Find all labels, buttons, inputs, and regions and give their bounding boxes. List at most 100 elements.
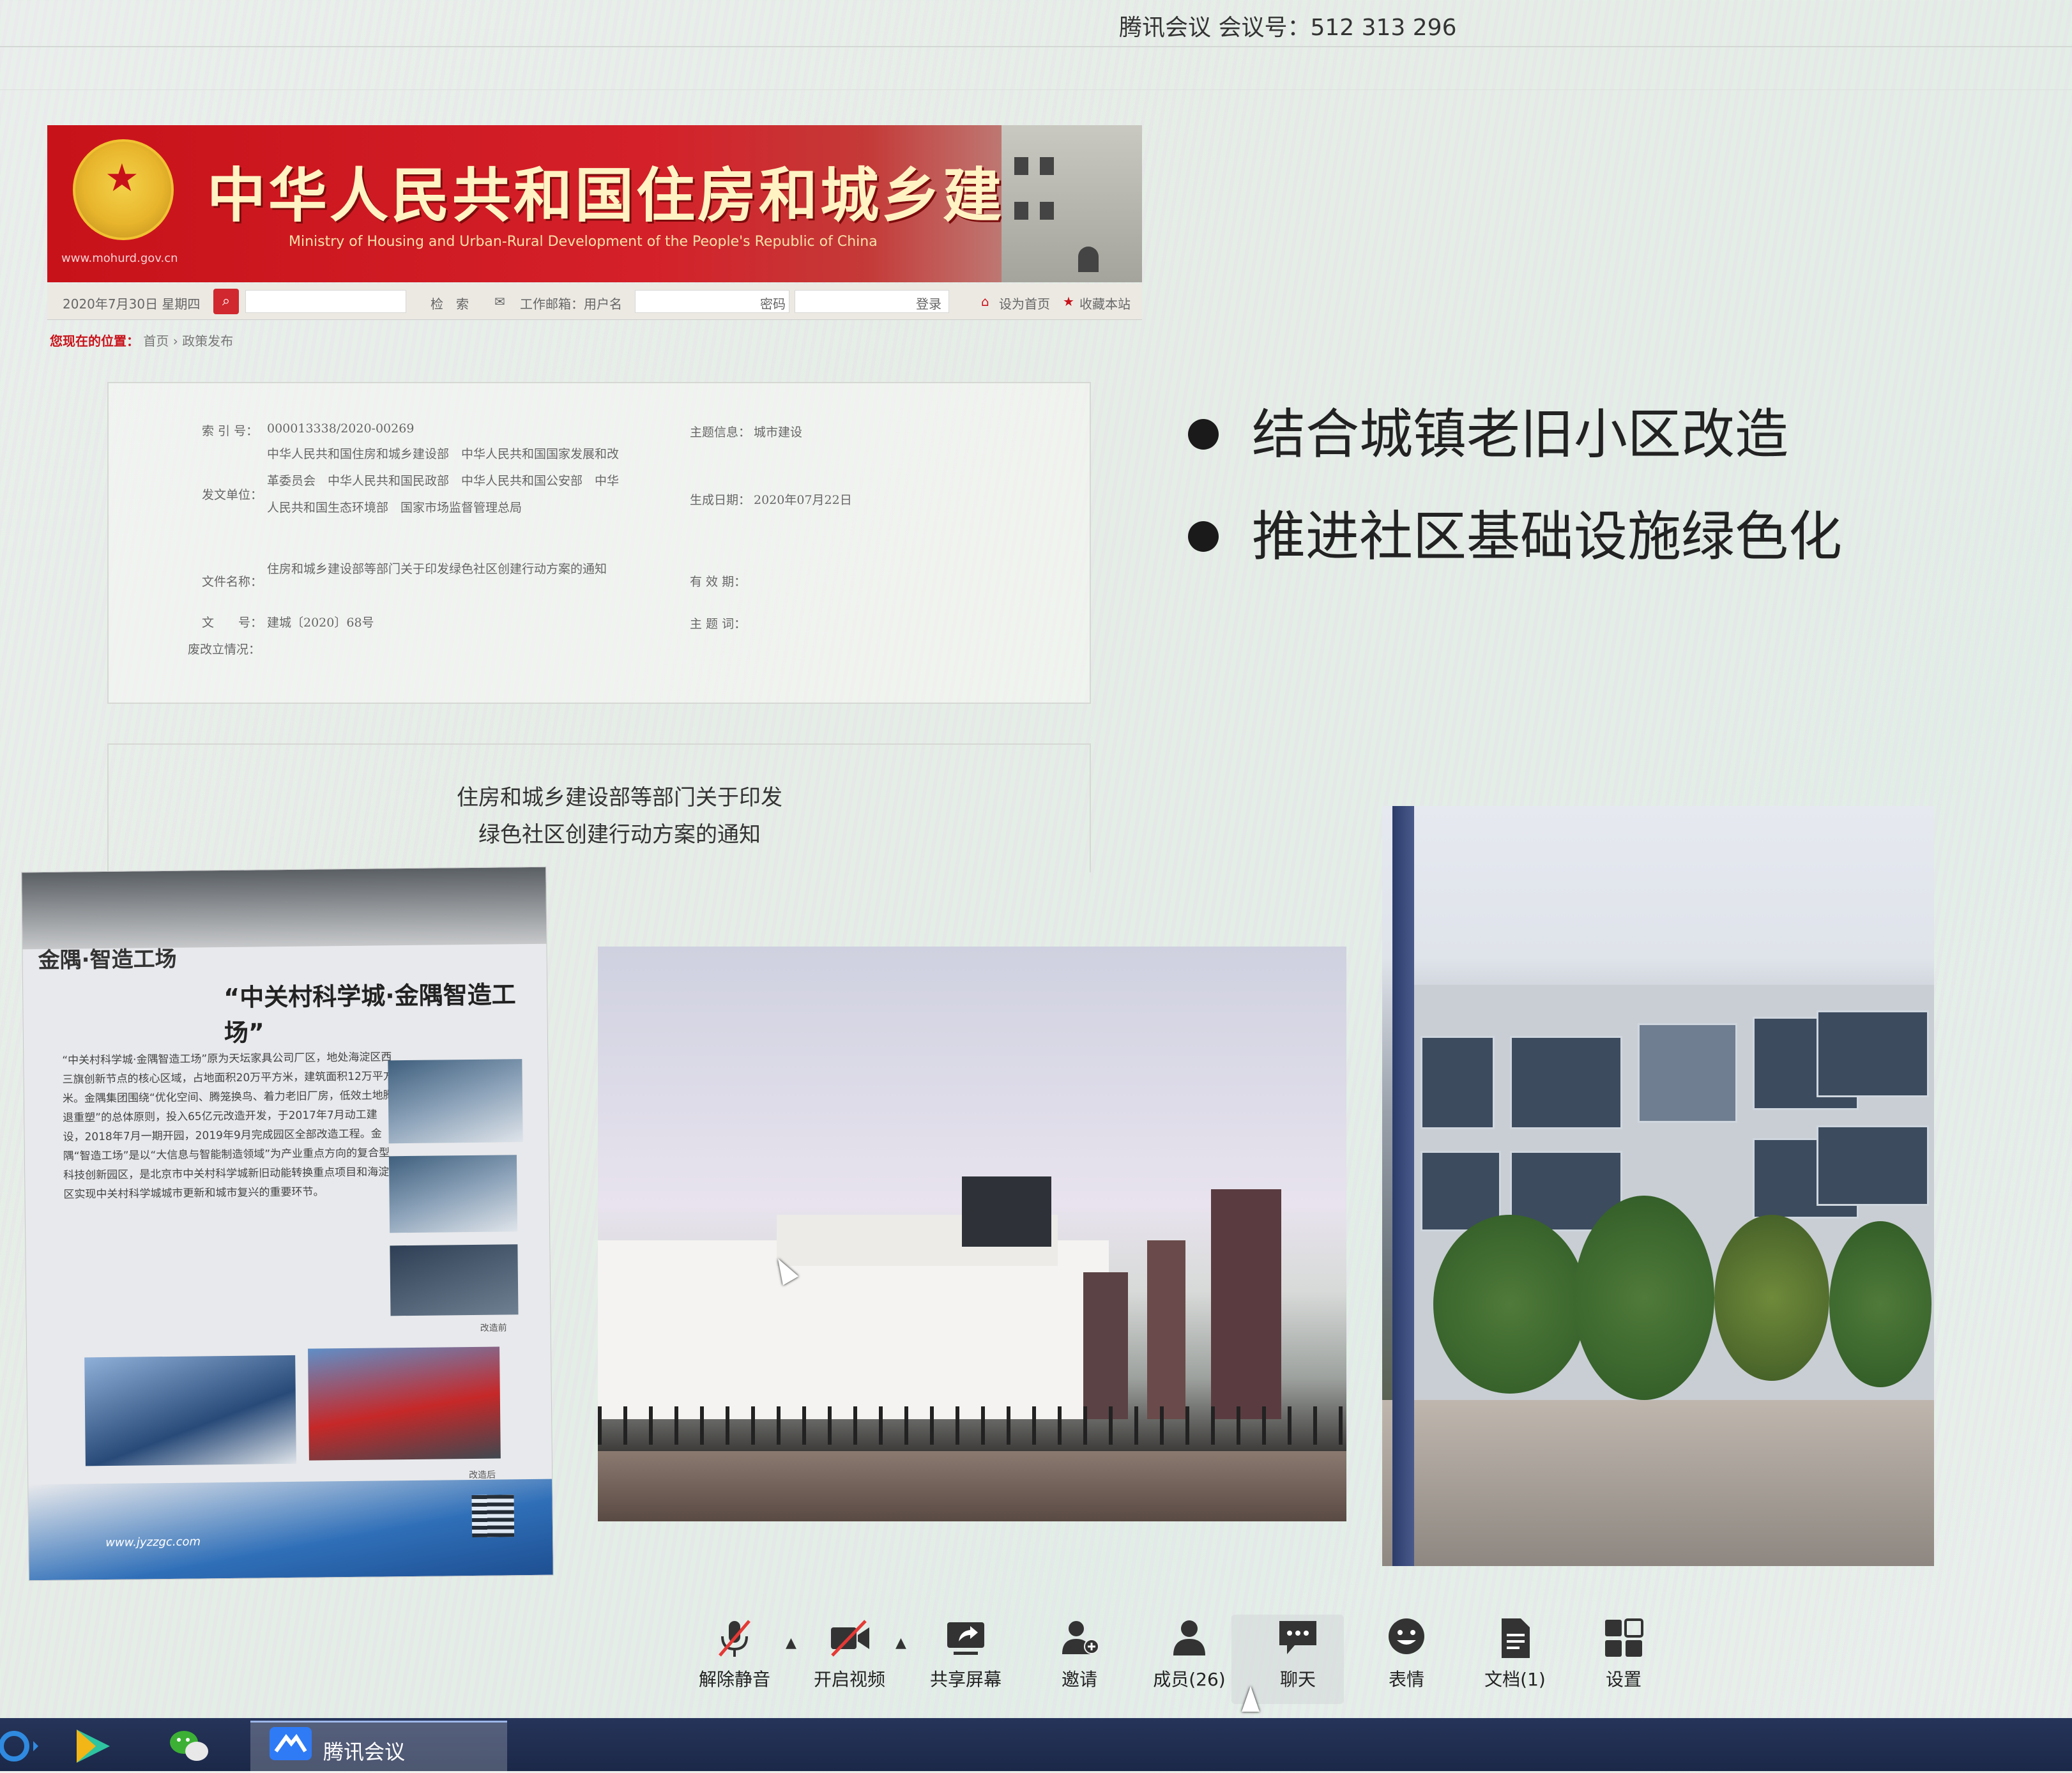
tree bbox=[1433, 1215, 1587, 1394]
document-info-table: 索 引 号： 000013338/2020-00269 主题信息： 城市建设 发… bbox=[107, 382, 1091, 704]
media-player-icon[interactable] bbox=[70, 1727, 115, 1765]
toolbar-label: 开启视频 bbox=[813, 1669, 885, 1690]
bookmark-link[interactable]: 收藏本站 bbox=[1079, 294, 1131, 312]
mail-icon: ✉ bbox=[494, 294, 505, 309]
search-input[interactable] bbox=[245, 290, 406, 313]
ministry-banner: www.mohurd.gov.cn 中华人民共和国住房和城乡建设部 Minist… bbox=[47, 125, 1142, 282]
breadcrumb-path[interactable]: 首页 › 政策发布 bbox=[143, 333, 233, 349]
chevron-up-icon[interactable]: ▲ bbox=[786, 1635, 796, 1651]
rooftop-photo bbox=[598, 947, 1346, 1521]
breadcrumb: 您现在的位置： 首页 › 政策发布 bbox=[50, 331, 233, 349]
divider bbox=[0, 46, 2072, 47]
divider bbox=[0, 89, 2072, 90]
tower bbox=[1211, 1189, 1281, 1419]
category-value: 城市建设 bbox=[754, 425, 803, 439]
rooftop-floor bbox=[598, 1451, 1346, 1521]
document-icon bbox=[1502, 1618, 1530, 1658]
window bbox=[1421, 1036, 1495, 1129]
tree bbox=[1714, 1215, 1829, 1381]
status-label: 废改立情况： bbox=[188, 643, 261, 657]
toolbar-label: 邀请 bbox=[1061, 1669, 1097, 1690]
poster-caption-before: 改造前 bbox=[480, 1323, 507, 1334]
site-title: 中华人民共和国住房和城乡建设部 bbox=[207, 161, 1127, 230]
window bbox=[1817, 1010, 1929, 1097]
meeting-title: 腾讯会议 会议号：512 313 296 bbox=[1119, 15, 1457, 41]
toolbar-label: 解除静音 bbox=[698, 1669, 770, 1690]
start-video-button[interactable]: 开启视频 bbox=[805, 1616, 894, 1691]
poster-top-shadow bbox=[22, 867, 547, 950]
tower bbox=[1147, 1240, 1185, 1419]
unmute-button[interactable]: 解除静音 bbox=[690, 1616, 779, 1691]
date-label: 生成日期： bbox=[690, 493, 751, 507]
share-screen-icon bbox=[947, 1622, 984, 1655]
railing bbox=[598, 1406, 1346, 1445]
members-button[interactable]: 成员(26) bbox=[1145, 1616, 1234, 1691]
taskbar: 腾讯会议 bbox=[0, 1718, 2072, 1773]
number-label: 文 号： bbox=[202, 616, 263, 630]
toolbar-label: 共享屏幕 bbox=[929, 1669, 1002, 1690]
toolbar-label: 设置 bbox=[1605, 1669, 1642, 1690]
bullet-item: 结合城镇老旧小区改造 bbox=[1188, 396, 1842, 498]
email-label: 工作邮箱：用户名 bbox=[520, 296, 622, 312]
toolbar-label: 表情 bbox=[1388, 1669, 1424, 1690]
breadcrumb-prefix: 您现在的位置： bbox=[50, 333, 139, 349]
hand-cursor-icon bbox=[1242, 1686, 1260, 1712]
notice-title-line: 绿色社区创建行动方案的通知 bbox=[478, 822, 761, 848]
video-off-icon bbox=[831, 1620, 869, 1657]
poster-thumbnail bbox=[84, 1355, 296, 1466]
site-subtitle: Ministry of Housing and Urban-Rural Deve… bbox=[289, 234, 878, 250]
chat-button[interactable]: 聊天 bbox=[1253, 1616, 1343, 1691]
tencent-meeting-icon bbox=[270, 1727, 312, 1760]
mic-muted-icon bbox=[719, 1620, 750, 1657]
password-label: 密码 bbox=[760, 296, 786, 312]
taskbar-app-label: 腾讯会议 bbox=[323, 1740, 406, 1764]
white-building bbox=[598, 1240, 1109, 1419]
members-icon bbox=[1173, 1620, 1205, 1655]
issuer-label: 发文单位： bbox=[202, 488, 263, 502]
toolbar-label: 成员(26) bbox=[1153, 1669, 1226, 1690]
ie-browser-icon[interactable] bbox=[0, 1727, 45, 1765]
search-button[interactable]: 检 索 bbox=[430, 294, 469, 312]
poster-url: www.jyzzgc.com bbox=[105, 1535, 201, 1550]
bullet-dot-icon bbox=[1188, 521, 1219, 552]
current-date: 2020年7月30日 星期四 bbox=[63, 296, 201, 312]
emoji-button[interactable]: 表情 bbox=[1362, 1616, 1451, 1691]
share-screen-button[interactable]: 共享屏幕 bbox=[921, 1616, 1010, 1691]
name-value: 住房和城乡建设部等部门关于印发绿色社区创建行动方案的通知 bbox=[267, 562, 607, 576]
settings-icon bbox=[1605, 1618, 1643, 1657]
tree bbox=[1829, 1221, 1931, 1387]
name-label: 文件名称： bbox=[202, 575, 263, 589]
poster-title: “中关村科学城·金隅智造工场” bbox=[224, 980, 516, 1047]
emoji-icon bbox=[1389, 1618, 1424, 1654]
login-button[interactable]: 登录 bbox=[916, 294, 941, 312]
notice-title: 住房和城乡建设部等部门关于印发 绿色社区创建行动方案的通知 bbox=[396, 779, 843, 853]
home-icon: ⌂ bbox=[981, 294, 989, 309]
bullet-text: 结合城镇老旧小区改造 bbox=[1252, 403, 1789, 466]
star-icon: ★ bbox=[1063, 294, 1074, 309]
wechat-icon[interactable] bbox=[167, 1727, 212, 1765]
slide-bullets: 结合城镇老旧小区改造 推进社区基础设施绿色化 bbox=[1188, 396, 1842, 600]
poster-photo: 金隅·智造工场 “中关村科学城·金隅智造工场” “中关村科学城·金隅智造工场”原… bbox=[22, 867, 553, 1581]
invite-button[interactable]: 邀请 bbox=[1035, 1616, 1124, 1691]
window bbox=[1638, 1023, 1737, 1123]
set-home-link[interactable]: 设为首页 bbox=[999, 294, 1050, 312]
site-navbar: 2020年7月30日 星期四 ⌕ 检 索 ✉ 工作邮箱：用户名 密码 登录 ⌂ … bbox=[47, 284, 1142, 320]
issuer-value: 中华人民共和国住房和城乡建设部 中华人民共和国国家发展和改革委员会 中华人民共和… bbox=[267, 447, 620, 515]
invite-icon bbox=[1062, 1621, 1099, 1654]
number-value: 建城〔2020〕68号 bbox=[267, 616, 374, 630]
document-button[interactable]: 文档(1) bbox=[1470, 1616, 1560, 1691]
chevron-up-icon[interactable]: ▲ bbox=[895, 1635, 906, 1651]
poster-thumbnail bbox=[390, 1244, 519, 1316]
window bbox=[1817, 1125, 1929, 1206]
settings-button[interactable]: 设置 bbox=[1579, 1616, 1668, 1691]
tree bbox=[1574, 1196, 1714, 1400]
poster-thumbnail bbox=[308, 1346, 501, 1461]
category-label: 主题信息： bbox=[690, 425, 751, 439]
notice-title-line: 住房和城乡建设部等部门关于印发 bbox=[457, 785, 782, 810]
rooftop-structure bbox=[962, 1176, 1051, 1247]
search-icon[interactable]: ⌕ bbox=[213, 289, 239, 314]
site-url: www.mohurd.gov.cn bbox=[61, 252, 178, 265]
window bbox=[1510, 1036, 1622, 1129]
toolbar-label: 聊天 bbox=[1279, 1669, 1316, 1690]
poster-body: “中关村科学城·金隅智造工场”原为天坛家具公司厂区，地处海淀区西三旗创新节点的核… bbox=[62, 1051, 394, 1201]
